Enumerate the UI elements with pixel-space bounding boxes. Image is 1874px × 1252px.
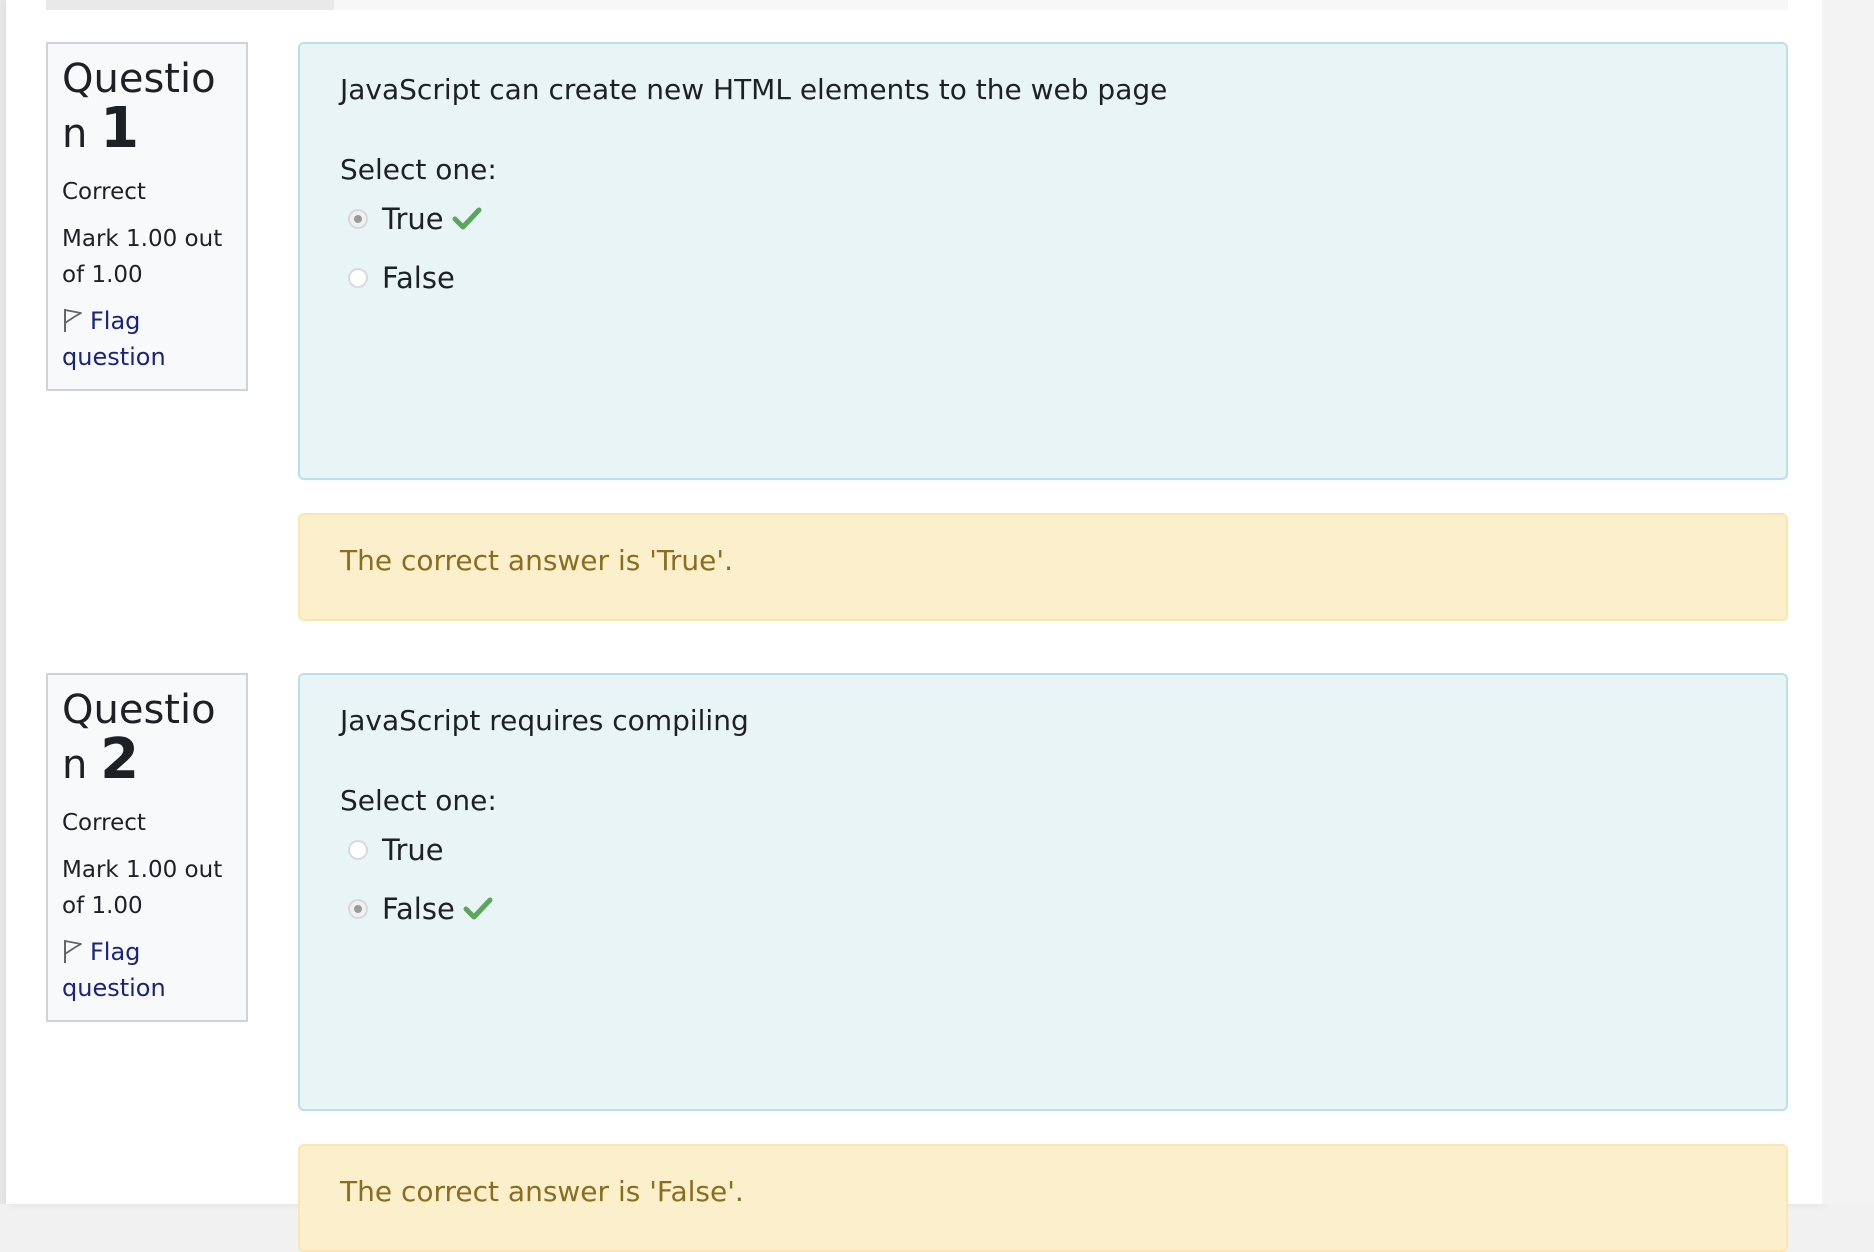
answer-radio-true[interactable] [348,209,368,229]
quiz-review-page: Question 1 Correct Mark 1.00 out of 1.00… [6,0,1822,1252]
question-1-number: Question 1 [62,54,236,159]
right-page-edge [1822,0,1874,1204]
flag-icon [62,307,84,333]
question-state: Correct [62,179,146,205]
question-grade: Mark 1.00 out of 1.00 [62,857,223,919]
question-number: 2 [100,727,140,792]
answer-radio-false[interactable] [348,899,368,919]
answer-option-true[interactable]: True [340,198,1746,240]
question-text: JavaScript can create new HTML elements … [340,73,1168,106]
top-summary-tab [46,0,334,10]
question-1-feedback: The correct answer is 'True'. [298,513,1788,621]
check-icon [452,206,482,232]
answer-option-false[interactable]: False [340,257,1746,299]
question-1-formulation: JavaScript can create new HTML elements … [298,42,1788,480]
question-number: 1 [100,96,140,161]
answer-option-true[interactable]: True [340,829,1746,871]
answer-label-false: False [382,261,455,295]
answer-prompt: Select one: [340,784,497,817]
flag-icon [62,938,84,964]
question-2-number: Question 2 [62,685,236,790]
question-1-info: Question 1 Correct Mark 1.00 out of 1.00… [46,42,248,391]
question-2-formulation: JavaScript requires compiling Select one… [298,673,1788,1111]
answer-radio-false[interactable] [348,268,368,288]
question-text: JavaScript requires compiling [340,704,749,737]
answer-label-true: True [382,202,444,236]
answer-label-false: False [382,892,455,926]
flag-question-link[interactable]: Flag question [62,303,236,375]
answer-label-true: True [382,833,444,867]
flag-question-link[interactable]: Flag question [62,934,236,1006]
question-2-info: Question 2 Correct Mark 1.00 out of 1.00… [46,673,248,1022]
question-grade: Mark 1.00 out of 1.00 [62,226,223,288]
question-2-feedback: The correct answer is 'False'. [298,1144,1788,1252]
answer-prompt: Select one: [340,153,497,186]
answer-option-false[interactable]: False [340,888,1746,930]
check-icon [463,896,493,922]
answer-radio-true[interactable] [348,840,368,860]
top-summary-strip [46,0,1788,10]
question-state: Correct [62,810,146,836]
